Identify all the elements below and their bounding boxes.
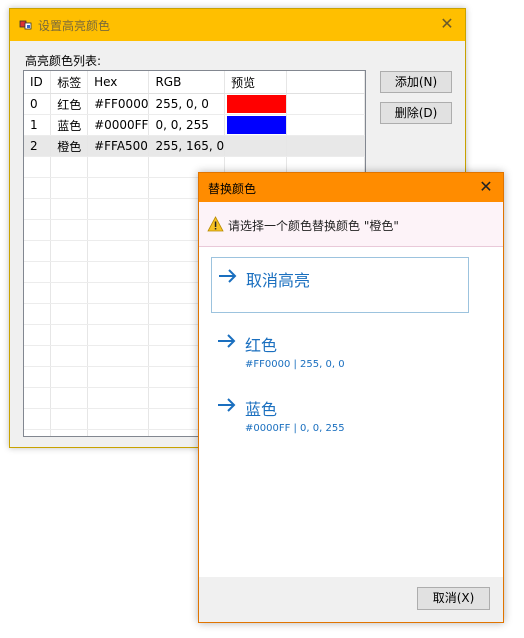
option-clear-highlight[interactable]: 取消高亮 — [211, 257, 469, 313]
empty-cell — [87, 198, 150, 220]
empty-cell — [24, 219, 52, 241]
empty-cell — [87, 156, 150, 178]
table-row[interactable]: 1 蓝色 #0000FF 0, 0, 255 — [24, 114, 365, 136]
replace-color-dialog: 替换颜色 ✕ 请选择一个颜色替换颜色 "橙色" 取消高亮 红色 #FF0000 … — [198, 172, 504, 623]
add-button[interactable]: 添加(N) — [380, 71, 452, 93]
empty-cell — [24, 408, 52, 430]
empty-cell — [50, 303, 89, 325]
empty-cell — [50, 156, 89, 178]
cell-preview — [224, 93, 288, 115]
cell-preview — [224, 135, 288, 157]
arrow-right-icon — [219, 269, 237, 283]
cell-rgb: 255, 165, 0 — [148, 135, 226, 157]
option-red[interactable]: 红色 #FF0000 | 255, 0, 0 — [211, 323, 469, 379]
table-row-selected[interactable]: 2 橙色 #FFA500 255, 165, 0 — [24, 135, 365, 157]
empty-cell — [50, 282, 89, 304]
cell-rgb: 0, 0, 255 — [148, 114, 226, 136]
empty-cell — [87, 366, 150, 388]
main-titlebar[interactable]: 设置高亮颜色 ✕ — [10, 9, 465, 41]
empty-cell — [24, 282, 52, 304]
empty-cell — [50, 261, 89, 283]
main-window-title: 设置高亮颜色 — [38, 19, 111, 33]
cancel-button[interactable]: 取消(X) — [417, 587, 490, 610]
empty-cell — [87, 282, 150, 304]
column-header-label[interactable]: 标签 — [50, 71, 89, 94]
table-row[interactable]: 0 红色 #FF0000 255, 0, 0 — [24, 93, 365, 115]
option-blue[interactable]: 蓝色 #0000FF | 0, 0, 255 — [211, 387, 469, 443]
warning-icon — [207, 216, 224, 232]
empty-cell — [87, 219, 150, 241]
empty-cell — [24, 177, 52, 199]
cell-hex: #FFA500 — [87, 135, 150, 157]
cell-label: 橙色 — [50, 135, 89, 157]
app-icon — [19, 20, 32, 30]
empty-cell — [24, 324, 52, 346]
empty-cell — [87, 324, 150, 346]
empty-cell — [24, 261, 52, 283]
dialog-title: 替换颜色 — [208, 182, 257, 196]
cell-label: 红色 — [50, 93, 89, 115]
cell-rgb: 255, 0, 0 — [148, 93, 226, 115]
column-header-preview[interactable]: 预览 — [224, 71, 288, 94]
prompt-bar: 请选择一个颜色替换颜色 "橙色" — [199, 202, 503, 247]
empty-cell — [24, 429, 52, 436]
cell-hex: #FF0000 — [87, 93, 150, 115]
empty-cell — [24, 156, 52, 178]
empty-cell — [50, 429, 89, 436]
prompt-text: 请选择一个颜色替换颜色 "橙色" — [228, 219, 399, 233]
arrow-right-icon — [218, 334, 236, 348]
empty-cell — [50, 177, 89, 199]
empty-cell — [50, 198, 89, 220]
option-label: 取消高亮 — [246, 271, 311, 290]
empty-cell — [87, 408, 150, 430]
close-icon[interactable]: ✕ — [477, 178, 495, 196]
color-list-caption: 高亮颜色列表: — [25, 54, 102, 68]
empty-cell — [87, 429, 150, 436]
empty-cell — [50, 387, 89, 409]
empty-cell — [24, 303, 52, 325]
column-header-rgb[interactable]: RGB — [148, 71, 226, 94]
column-header-hex[interactable]: Hex — [87, 71, 150, 94]
empty-cell — [87, 240, 150, 262]
empty-cell — [50, 240, 89, 262]
empty-cell — [24, 345, 52, 367]
empty-cell — [87, 345, 150, 367]
option-label: 红色 — [245, 336, 278, 355]
dialog-footer: 取消(X) — [199, 577, 503, 622]
cell-filler — [286, 135, 365, 157]
close-icon[interactable]: ✕ — [438, 15, 456, 33]
cell-filler — [286, 114, 365, 136]
cell-id: 0 — [24, 93, 52, 115]
option-detail: #FF0000 | 255, 0, 0 — [245, 359, 345, 370]
grid-header-row: ID 标签 Hex RGB 预览 — [24, 71, 365, 94]
color-swatch — [227, 116, 286, 134]
empty-cell — [87, 303, 150, 325]
color-swatch — [227, 95, 286, 113]
column-header-filler — [286, 71, 365, 94]
empty-cell — [50, 408, 89, 430]
empty-cell — [24, 240, 52, 262]
cell-id: 1 — [24, 114, 52, 136]
cell-id: 2 — [24, 135, 52, 157]
option-detail: #0000FF | 0, 0, 255 — [245, 423, 345, 434]
empty-cell — [24, 387, 52, 409]
dialog-titlebar[interactable]: 替换颜色 ✕ — [199, 173, 503, 202]
empty-cell — [87, 387, 150, 409]
empty-cell — [50, 219, 89, 241]
empty-cell — [50, 324, 89, 346]
empty-cell — [87, 261, 150, 283]
arrow-right-icon — [218, 398, 236, 412]
empty-cell — [24, 366, 52, 388]
column-header-id[interactable]: ID — [24, 71, 52, 94]
cell-label: 蓝色 — [50, 114, 89, 136]
delete-button[interactable]: 删除(D) — [380, 102, 452, 124]
empty-cell — [50, 366, 89, 388]
empty-cell — [24, 198, 52, 220]
option-label: 蓝色 — [245, 400, 278, 419]
empty-cell — [87, 177, 150, 199]
cell-preview — [224, 114, 288, 136]
empty-cell — [50, 345, 89, 367]
cell-hex: #0000FF — [87, 114, 150, 136]
cell-filler — [286, 93, 365, 115]
